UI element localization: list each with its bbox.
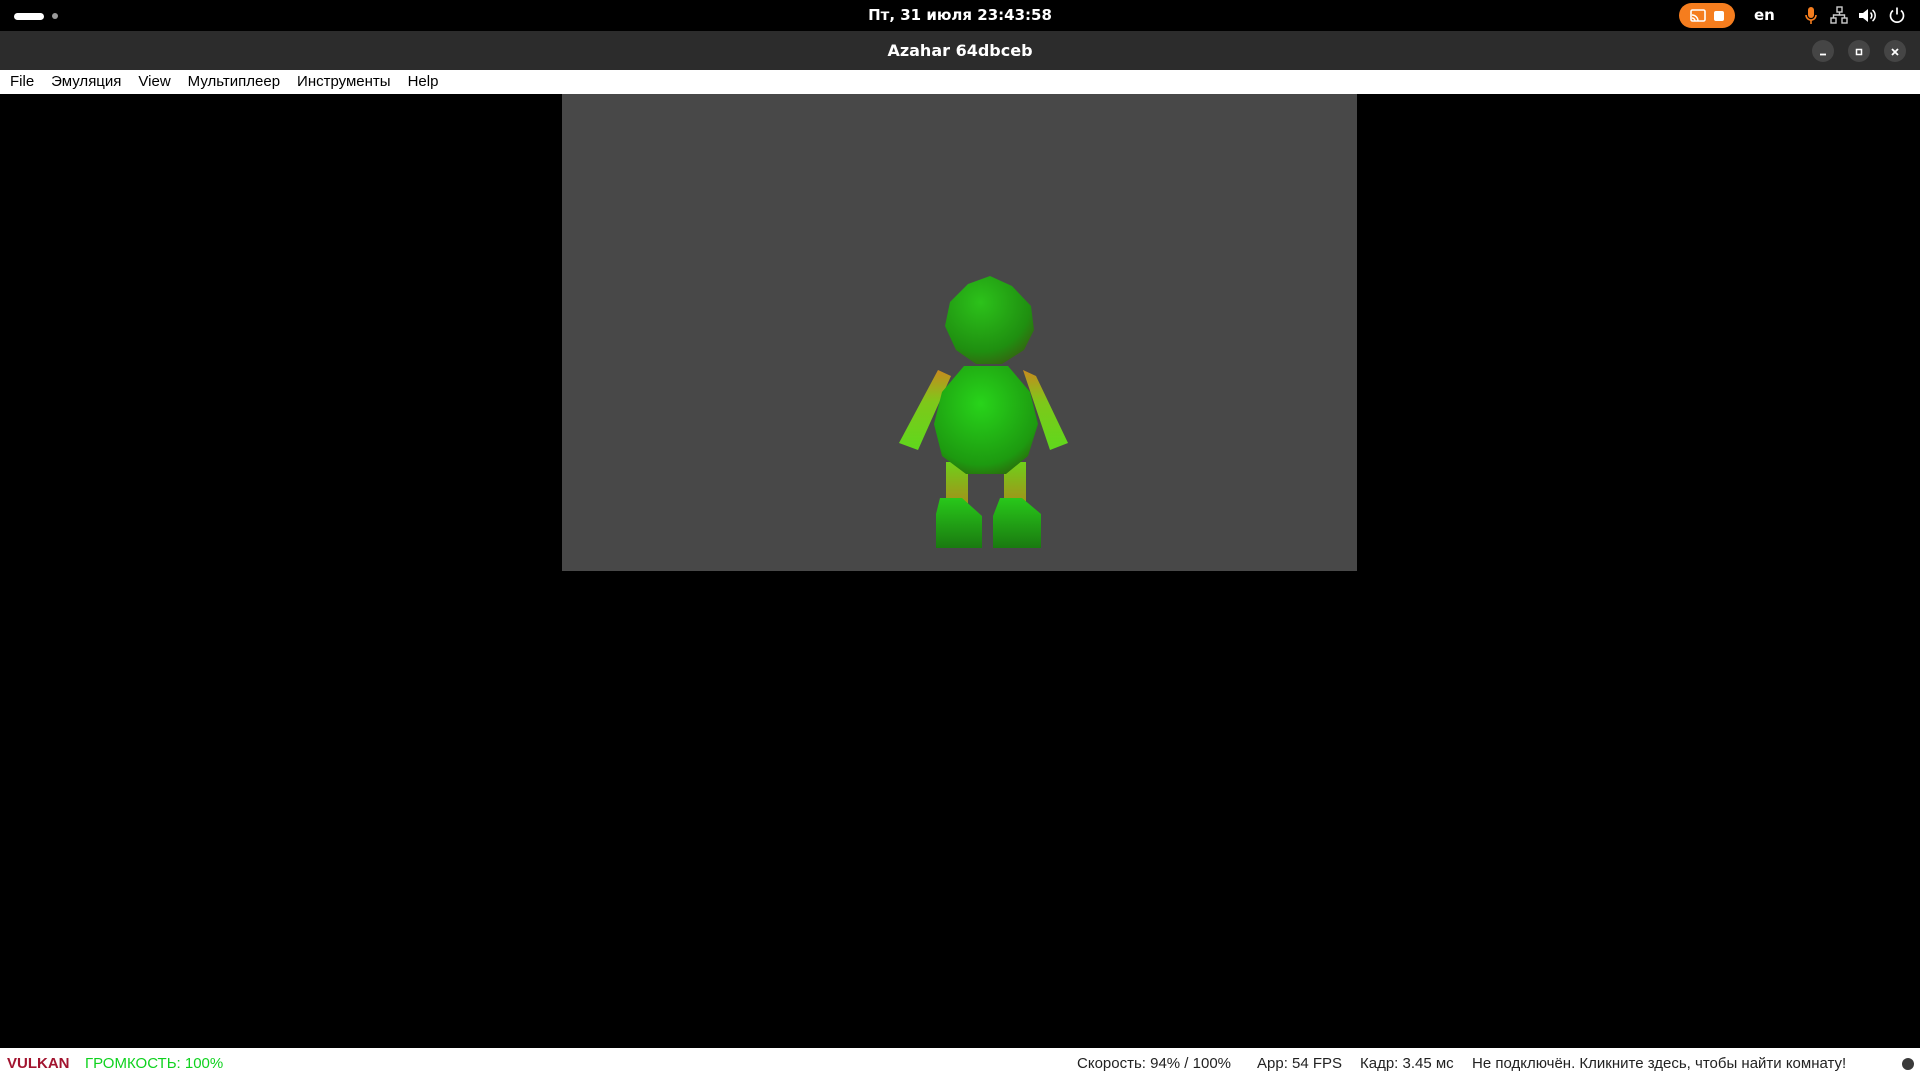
screencast-icon: [1690, 8, 1706, 23]
stop-icon: [1714, 10, 1724, 21]
menu-bar: File Эмуляция View Мультиплеер Инструмен…: [0, 70, 1920, 94]
network-icon[interactable]: [1830, 6, 1848, 29]
inactive-workspace[interactable]: [52, 13, 58, 19]
power-icon[interactable]: [1888, 6, 1906, 29]
keyboard-layout-indicator[interactable]: en: [1754, 0, 1775, 31]
minimize-icon: [1818, 42, 1828, 61]
maximize-icon: [1854, 42, 1864, 61]
game-fps: App: 54 FPS: [1257, 1055, 1343, 1072]
menu-file[interactable]: File: [3, 70, 41, 94]
window-title: Azahar 64dbceb: [887, 41, 1033, 60]
menu-help[interactable]: Help: [401, 70, 446, 94]
active-workspace[interactable]: [14, 12, 44, 20]
workspace-indicator[interactable]: [14, 12, 58, 20]
character-right-foot: [993, 498, 1041, 548]
emulation-speed: Скорость: 94% / 100%: [1077, 1055, 1231, 1072]
emulator-screen[interactable]: [562, 94, 1357, 571]
character-head: [945, 276, 1034, 364]
volume-icon[interactable]: [1858, 6, 1876, 29]
clock[interactable]: Пт, 31 июля 23:43:58: [868, 6, 1052, 24]
screencast-indicator[interactable]: [1679, 3, 1735, 28]
menu-view[interactable]: View: [131, 70, 177, 94]
status-bar: VULKAN ГРОМКОСТЬ: 100% Скорость: 94% / 1…: [0, 1048, 1920, 1080]
character-body: [934, 366, 1038, 474]
top-panel: Пт, 31 июля 23:43:58 en: [0, 0, 1920, 31]
volume-label[interactable]: ГРОМКОСТЬ: 100%: [85, 1048, 223, 1080]
close-icon: [1890, 42, 1900, 61]
graphics-api-label[interactable]: VULKAN: [7, 1048, 70, 1080]
game-scene: [899, 276, 1068, 548]
connection-status-icon[interactable]: [1902, 1058, 1914, 1070]
minimize-button[interactable]: [1812, 40, 1834, 62]
window-titlebar[interactable]: Azahar 64dbceb: [0, 31, 1920, 71]
close-button[interactable]: [1884, 40, 1906, 62]
character-left-foot: [936, 498, 982, 548]
maximize-button[interactable]: [1848, 40, 1870, 62]
microphone-icon[interactable]: [1804, 6, 1818, 29]
menu-emulation[interactable]: Эмуляция: [44, 70, 128, 94]
frame-time: Кадр: 3.45 мс: [1360, 1055, 1454, 1072]
menu-tools[interactable]: Инструменты: [290, 70, 398, 94]
multiplayer-status[interactable]: Не подключён. Кликните здесь, чтобы найт…: [1472, 1048, 1846, 1080]
menu-multiplayer[interactable]: Мультиплеер: [181, 70, 287, 94]
